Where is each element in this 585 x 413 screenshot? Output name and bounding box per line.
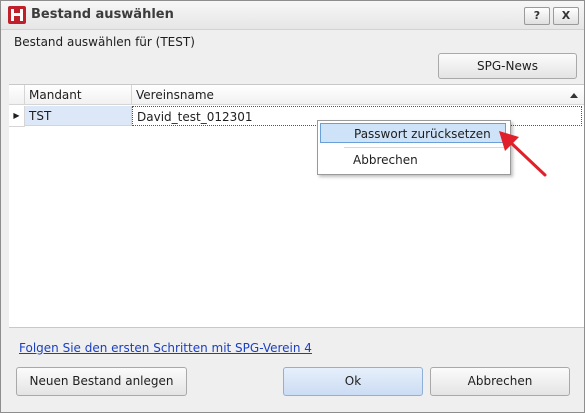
- row-header-corner: [9, 85, 25, 105]
- red-arrow-annotation-icon: [499, 131, 547, 177]
- dialog-window: Bestand auswählen ? X Bestand auswählen …: [0, 0, 585, 413]
- new-bestand-button[interactable]: Neuen Bestand anlegen: [16, 367, 187, 396]
- title-bar[interactable]: Bestand auswählen ? X: [1, 1, 584, 30]
- app-logo-icon: [8, 6, 26, 24]
- column-header-vereinsname-label: Vereinsname: [136, 88, 214, 102]
- cancel-button[interactable]: Abbrechen: [430, 367, 570, 396]
- menu-separator: [344, 147, 506, 148]
- cell-mandant[interactable]: TST: [25, 106, 132, 126]
- column-header-mandant[interactable]: Mandant: [25, 85, 132, 105]
- context-menu: Passwort zurücksetzen Abbrechen: [317, 120, 511, 175]
- close-button[interactable]: X: [553, 7, 579, 25]
- sort-ascending-icon: [570, 93, 578, 98]
- column-header-vereinsname[interactable]: Vereinsname: [132, 85, 584, 105]
- menu-item-abbrechen[interactable]: Abbrechen: [320, 150, 506, 170]
- spg-news-button[interactable]: SPG-News: [438, 53, 577, 79]
- ok-button[interactable]: Ok: [283, 367, 423, 396]
- row-indicator-icon: ▶: [9, 106, 25, 127]
- window-title: Bestand auswählen: [31, 7, 174, 22]
- menu-item-passwort-zuruecksetzen[interactable]: Passwort zurücksetzen: [320, 123, 506, 143]
- first-steps-link[interactable]: Folgen Sie den ersten Schritten mit SPG-…: [19, 341, 312, 355]
- help-button[interactable]: ?: [524, 7, 550, 25]
- dialog-subtitle: Bestand auswählen für (TEST): [14, 35, 195, 49]
